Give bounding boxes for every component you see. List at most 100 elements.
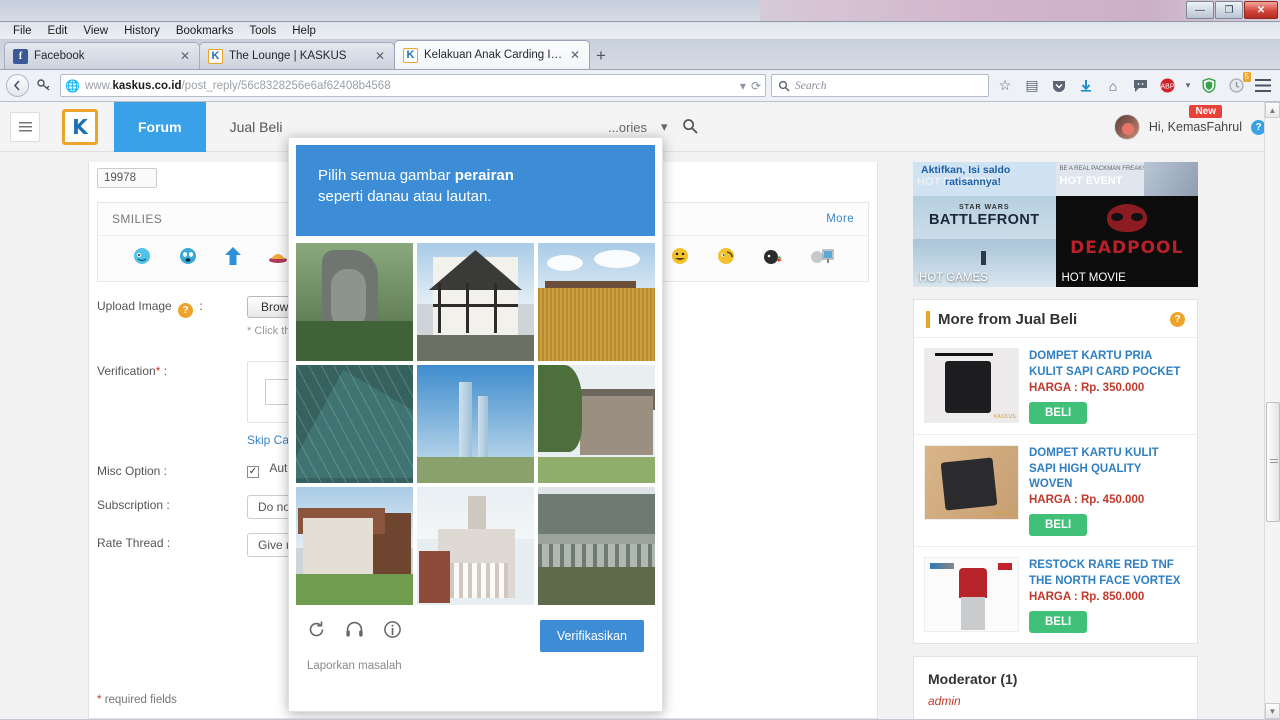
reload-icon[interactable] — [307, 620, 326, 644]
info-icon[interactable] — [383, 620, 402, 644]
ad-hot-games[interactable]: STAR WARS BATTLEFRONT HOT GAMES — [913, 196, 1056, 287]
product-title[interactable]: DOMPET KARTU PRIA KULIT SAPI CARD POCKET — [1029, 349, 1187, 381]
adblock-icon[interactable]: ABP — [1156, 75, 1178, 97]
reader-list-icon[interactable]: ▤ — [1021, 75, 1043, 97]
chat-icon[interactable] — [1129, 75, 1151, 97]
tab-the-lounge-kaskus[interactable]: K The Lounge | KASKUS ✕ — [199, 42, 395, 69]
upload-image-label: Upload Image ? : — [97, 299, 203, 318]
product-title[interactable]: RESTOCK RARE RED TNF THE NORTH FACE VORT… — [1029, 558, 1187, 590]
search-icon[interactable] — [682, 118, 698, 137]
page-scrollbar[interactable]: ▲ ▼ — [1264, 102, 1280, 719]
menu-item-edit[interactable]: Edit — [41, 24, 75, 38]
maximize-button[interactable]: ❐ — [1215, 1, 1243, 19]
smiley-blue-shock-icon[interactable] — [178, 246, 198, 271]
headphones-icon[interactable] — [345, 620, 364, 644]
product-title[interactable]: DOMPET KARTU KULIT SAPI HIGH QUALITY WOV… — [1029, 446, 1187, 494]
smiley-hat-orange-icon[interactable] — [268, 246, 288, 271]
farmhouse-tile[interactable] — [296, 487, 413, 605]
menu-item-help[interactable]: Help — [285, 24, 323, 38]
avatar[interactable] — [1113, 114, 1140, 140]
scroll-down-arrow-icon[interactable]: ▼ — [1265, 703, 1280, 719]
wheat-field-tile[interactable] — [538, 243, 655, 361]
download-arrow-icon[interactable] — [1075, 75, 1097, 97]
product-row[interactable]: KASKUS DOMPET KARTU PRIA KULIT SAPI CARD… — [914, 337, 1197, 434]
product-row[interactable]: KASKUS DOMPET KARTU KULIT SAPI HIGH QUAL… — [914, 433, 1197, 547]
arrow-up-blue-icon[interactable] — [224, 246, 242, 271]
help-icon[interactable]: ? — [178, 303, 194, 318]
menu-item-history[interactable]: History — [117, 24, 167, 38]
product-price: HARGA : Rp. 450.000 — [1029, 494, 1145, 507]
pocket-icon[interactable] — [1048, 75, 1070, 97]
close-icon[interactable]: ✕ — [179, 49, 191, 63]
smiley-black-bomb-icon[interactable] — [762, 246, 784, 271]
required-fields-note: * required fields — [97, 694, 177, 706]
auto-parse-checkbox[interactable]: ✓ — [247, 465, 259, 478]
hot-movie-label: HOT MOVIE — [1061, 272, 1126, 284]
recaptcha-challenge-dialog: Pilih semua gambar perairan seperti dana… — [288, 137, 663, 712]
wooden-veranda-tile[interactable] — [538, 365, 655, 483]
ad-hot-event[interactable]: BE A REAL PACKMAN FREAK! HOT EVENT — [1055, 162, 1198, 196]
adguard-shield-icon[interactable] — [1198, 75, 1220, 97]
ad-banner-grid: Aktifkan, Isi saldo HOT FEATURE ratisann… — [913, 162, 1198, 287]
hamburger-icon[interactable] — [10, 111, 40, 142]
menu-item-view[interactable]: View — [76, 24, 115, 38]
tab-title: Facebook — [34, 50, 85, 62]
rock-formation-tile[interactable] — [296, 243, 413, 361]
scroll-up-arrow-icon[interactable]: ▲ — [1265, 102, 1280, 118]
close-window-button[interactable]: ✕ — [1244, 1, 1278, 19]
minimize-button[interactable]: — — [1186, 1, 1214, 19]
ad-promo-saldo[interactable]: Aktifkan, Isi saldo HOT FEATURE ratisann… — [913, 162, 1056, 196]
dropdown-caret-icon[interactable]: ▾ — [740, 79, 746, 93]
copper-roof-tile[interactable] — [296, 365, 413, 483]
chevron-down-icon[interactable]: ▾ — [661, 119, 668, 135]
nav-tab-forum[interactable]: Forum — [114, 102, 206, 152]
captcha-image-grid — [296, 243, 655, 605]
deadpool-mask-art — [1106, 204, 1147, 232]
menu-item-tools[interactable]: Tools — [242, 24, 283, 38]
back-button[interactable] — [6, 74, 29, 97]
user-greeting[interactable]: Hi, KemasFahrul — [1149, 120, 1242, 134]
moderator-name[interactable]: admin — [928, 694, 1183, 708]
verify-button[interactable]: Verifikasikan — [539, 620, 644, 652]
viaduct-tile[interactable] — [538, 487, 655, 605]
smiley-gray-tv-icon[interactable] — [810, 246, 834, 271]
close-icon[interactable]: ✕ — [374, 49, 386, 63]
menu-item-file[interactable]: File — [6, 24, 39, 38]
courthouse-tile[interactable] — [417, 487, 534, 605]
browser-tab-strip: f Facebook ✕ K The Lounge | KASKUS ✕ K K… — [0, 40, 1280, 70]
beli-button[interactable]: BELI — [1029, 401, 1088, 424]
close-icon[interactable]: ✕ — [569, 48, 581, 62]
browser-search-box[interactable]: Search — [771, 74, 989, 97]
url-bar[interactable]: 🌐 www.kaskus.co.id/post_reply/56c8328256… — [60, 74, 766, 97]
home-icon[interactable]: ⌂ — [1102, 75, 1124, 97]
bookmark-star-icon[interactable]: ☆ — [994, 75, 1016, 97]
beli-button[interactable]: BELI — [1029, 611, 1088, 634]
scrollbar-thumb[interactable] — [1266, 402, 1280, 522]
page-viewport: K Forum Jual Beli ...ories ▾ Hi, KemasFa… — [0, 102, 1280, 719]
timber-framed-house-tile[interactable] — [417, 243, 534, 361]
menu-item-bookmarks[interactable]: Bookmarks — [169, 24, 241, 38]
tab-facebook[interactable]: f Facebook ✕ — [4, 42, 200, 69]
tab-kelakuan-anak-carding[interactable]: K Kelakuan Anak Carding Ind... ✕ — [394, 40, 590, 69]
captcha-prompt: Pilih semua gambar perairan seperti dana… — [296, 145, 655, 236]
beli-button[interactable]: BELI — [1029, 514, 1088, 537]
help-icon[interactable]: ? — [1170, 312, 1185, 327]
search-icon — [778, 80, 790, 92]
report-problem-link[interactable]: Laporkan masalah — [289, 652, 662, 672]
smiley-blue-wink-icon[interactable] — [132, 246, 152, 271]
new-tab-button[interactable]: + — [589, 42, 613, 69]
smilies-more-link[interactable]: More — [826, 213, 854, 225]
promo-line-1: Aktifkan, Isi saldo — [921, 164, 1011, 176]
smiley-yellow-grin-icon[interactable] — [670, 246, 690, 271]
ad-hot-movie[interactable]: DEADPOOL HOT MOVIE — [1055, 196, 1198, 287]
categories-label[interactable]: ...ories — [608, 120, 647, 135]
titlebar-left-gradient — [0, 0, 760, 21]
glass-towers-tile[interactable] — [417, 365, 534, 483]
dropdown-caret-icon[interactable]: ▾ — [1183, 75, 1193, 97]
reload-icon[interactable]: ⟳ — [751, 79, 761, 93]
hamburger-menu-icon[interactable] — [1252, 75, 1274, 97]
product-row[interactable]: RESTOCK RARE RED TNF THE NORTH FACE VORT… — [914, 546, 1197, 643]
smiley-yellow-shifty-icon[interactable] — [716, 246, 736, 271]
kaskus-logo[interactable]: K — [62, 108, 98, 145]
clock-icon[interactable]: 5 — [1225, 71, 1251, 97]
